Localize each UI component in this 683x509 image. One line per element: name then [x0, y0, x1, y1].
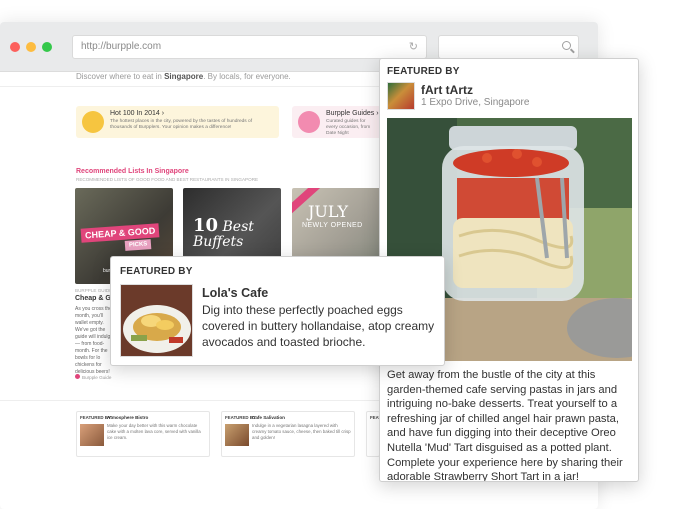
card-label: 10 Best Buffets	[193, 215, 254, 250]
minimize-window-icon[interactable]	[26, 42, 36, 52]
venue-description: Get away from the bustle of the city at …	[387, 369, 623, 482]
featured-by-label: FEATURED BY	[120, 266, 193, 277]
search-icon	[562, 41, 571, 50]
column-body: As you cross the month, you'll wallet em…	[75, 306, 114, 375]
venue-name[interactable]: Lola's Cafe	[202, 286, 268, 300]
venue-description: Dig into these perfectly poached eggs co…	[202, 303, 435, 349]
card-sublabel: NEWLY OPENED	[302, 222, 363, 229]
browser-search-field[interactable]	[438, 35, 579, 59]
promo-burpple-guides[interactable]: Burpple Guides › Curated guides for ever…	[292, 106, 382, 138]
promo-description: Curated guides for every occasion, from …	[326, 119, 371, 136]
mini-food-photo	[80, 424, 104, 446]
card-label: JULY	[308, 202, 349, 221]
column-foot: Burpple Guide	[75, 374, 111, 380]
featured-mini-card[interactable]: FEAT	[366, 411, 381, 457]
mini-description: Indulge in a vegetarian lasagna layered …	[252, 423, 351, 440]
mini-description: Make your day better with this warm choc…	[107, 423, 201, 440]
recommended-subtitle: RECOMMENDED LISTS OF GOOD FOOD AND BEST …	[76, 177, 259, 182]
featured-mini-card[interactable]: FEATURED BY Atmosphere Bistro Make your …	[76, 411, 210, 457]
promo-title: Burpple Guides ›	[326, 110, 379, 117]
promo-description: The hottest places in the city, powered …	[110, 119, 253, 130]
featured-card-lolas-cafe[interactable]: FEATURED BY Lola's Cafe Dig into these p…	[110, 256, 445, 366]
recommended-title[interactable]: Recommended Lists In Singapore	[76, 168, 189, 175]
book-icon	[298, 111, 320, 133]
mini-venue-name: Atmosphere Bistro	[107, 415, 149, 420]
card-tag: PICKS	[124, 239, 152, 251]
column-title[interactable]: Cheap & G	[75, 295, 111, 302]
promo-hot-100[interactable]: Hot 100 In 2014 › The hottest places in …	[76, 106, 279, 138]
close-window-icon[interactable]	[10, 42, 20, 52]
featured-mini-card[interactable]: FEATURED BY Cafe Salivation Indulge in a…	[221, 411, 355, 457]
food-photo-poached-eggs	[120, 284, 193, 357]
promo-title: Hot 100 In 2014 ›	[110, 110, 165, 117]
venue-name[interactable]: fArt tArtz	[421, 83, 473, 97]
reload-icon[interactable]: ↻	[409, 40, 418, 53]
site-tagline: Discover where to eat in Singapore. By l…	[76, 72, 291, 81]
mini-venue-name: Cafe Salivation	[252, 415, 285, 420]
trophy-icon	[82, 111, 104, 133]
maximize-window-icon[interactable]	[42, 42, 52, 52]
mini-food-photo	[225, 424, 249, 446]
address-bar[interactable]: http://burpple.com ↻	[72, 35, 427, 59]
venue-address: 1 Expo Drive, Singapore	[421, 97, 530, 108]
featured-by-label: FEATURED BY	[387, 66, 460, 77]
address-bar-url: http://burpple.com	[81, 41, 162, 52]
venue-avatar[interactable]	[387, 82, 415, 110]
